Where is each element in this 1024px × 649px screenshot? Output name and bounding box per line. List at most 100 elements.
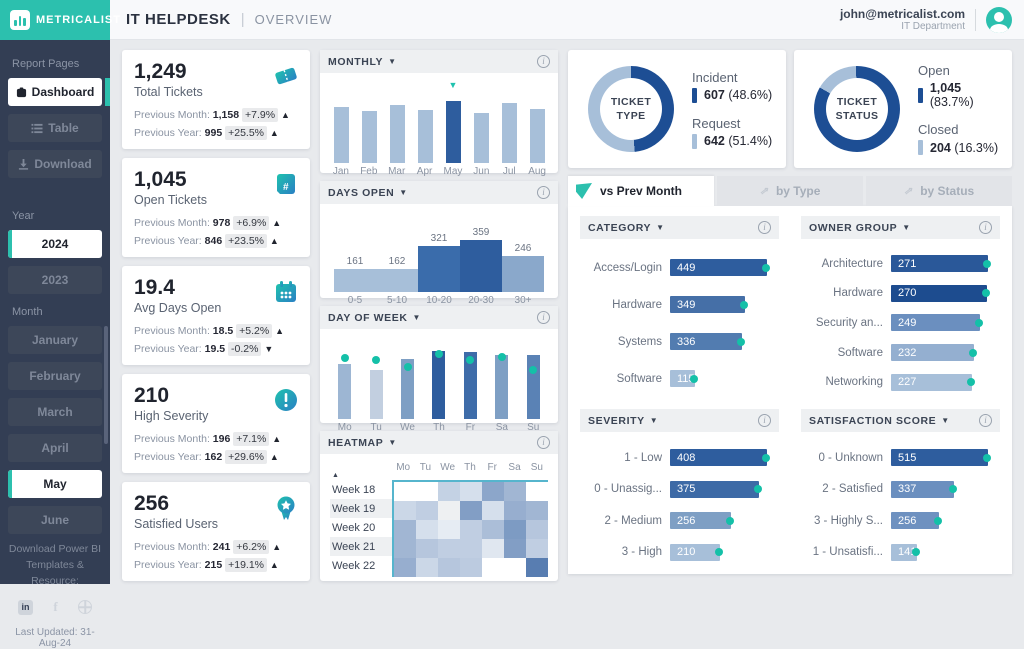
dropdown-icon[interactable]: ▼ (388, 57, 396, 66)
heatmap-cell-week-22-mo[interactable] (394, 558, 416, 577)
marker-dot[interactable] (529, 366, 537, 374)
marker-dot[interactable] (715, 548, 723, 556)
sidebar-item-download[interactable]: Download (8, 150, 102, 178)
marker-dot[interactable] (949, 485, 957, 493)
bar[interactable] (418, 246, 460, 292)
bar[interactable] (474, 113, 489, 163)
dropdown-icon[interactable]: ▼ (388, 438, 396, 447)
info-icon[interactable]: i (979, 221, 992, 234)
heatmap-cell-week-19-mo[interactable] (394, 501, 416, 520)
marker-dot[interactable] (737, 338, 745, 346)
bar[interactable] (495, 355, 508, 419)
bar[interactable] (502, 256, 544, 292)
month-button-january[interactable]: January (8, 326, 102, 354)
bar[interactable]: 232 (891, 344, 974, 361)
heatmap-cell-week-19-th[interactable] (460, 501, 482, 520)
tab-by-status[interactable]: ⇗by Status (866, 176, 1012, 206)
dropdown-icon[interactable]: ▼ (902, 223, 910, 232)
dropdown-icon[interactable]: ▼ (650, 416, 658, 425)
info-icon[interactable]: i (537, 186, 550, 199)
marker-dot[interactable] (726, 517, 734, 525)
ticket-status-donut[interactable]: TICKETSTATUS (814, 66, 900, 152)
linkedin-icon[interactable]: in (18, 600, 33, 615)
year-button-2024[interactable]: 2024 (8, 230, 102, 258)
heatmap-cell-week-22-tu[interactable] (416, 558, 438, 577)
marker-dot[interactable] (969, 349, 977, 357)
heatmap-cell-week-18-tu[interactable] (416, 482, 438, 501)
heatmap-cell-week-20-tu[interactable] (416, 520, 438, 539)
month-list-scrollbar[interactable] (104, 326, 108, 444)
heatmap-cell-week-18-th[interactable] (460, 482, 482, 501)
marker-dot[interactable] (982, 289, 990, 297)
monthly-header[interactable]: MONTHLY ▼ i (320, 50, 558, 73)
tab-by-type[interactable]: ⇗by Type (717, 176, 863, 206)
heatmap-cell-week-19-sa[interactable] (504, 501, 526, 520)
category-header[interactable]: CATEGORY ▼ i (580, 216, 779, 239)
info-icon[interactable]: i (979, 414, 992, 427)
heatmap-cell-week-20-th[interactable] (460, 520, 482, 539)
month-button-june[interactable]: June (8, 506, 102, 534)
heatmap-cell-week-19-we[interactable] (438, 501, 460, 520)
bar[interactable] (446, 101, 461, 163)
bar[interactable] (530, 109, 545, 163)
heatmap-cell-week-22-we[interactable] (438, 558, 460, 577)
heatmap-cell-week-19-tu[interactable] (416, 501, 438, 520)
bar[interactable] (432, 351, 445, 419)
facebook-icon[interactable]: f (53, 599, 57, 615)
dropdown-icon[interactable]: ▼ (413, 313, 421, 322)
heatmap-cell-week-18-sa[interactable] (504, 482, 526, 501)
globe-icon[interactable] (78, 600, 92, 614)
bar[interactable] (370, 370, 383, 419)
sort-icon[interactable]: ▲ (332, 472, 339, 479)
heatmap-cell-week-18-fr[interactable] (482, 482, 504, 501)
days-open-header[interactable]: DAYS OPEN ▼ i (320, 181, 558, 204)
dropdown-icon[interactable]: ▼ (399, 188, 407, 197)
heatmap-cell-week-22-fr[interactable] (482, 558, 504, 577)
year-button-2023[interactable]: 2023 (8, 266, 102, 294)
dropdown-icon[interactable]: ▼ (941, 416, 949, 425)
marker-dot[interactable] (983, 260, 991, 268)
heatmap-cell-week-21-tu[interactable] (416, 539, 438, 558)
heatmap-cell-week-21-we[interactable] (438, 539, 460, 558)
info-icon[interactable]: i (537, 55, 550, 68)
marker-dot[interactable] (983, 454, 991, 462)
heatmap-cell-week-22-th[interactable] (460, 558, 482, 577)
heatmap-cell-week-20-mo[interactable] (394, 520, 416, 539)
marker-dot[interactable] (967, 378, 975, 386)
bar[interactable]: 210 (670, 544, 720, 561)
bar[interactable] (418, 110, 433, 163)
marker-dot[interactable] (934, 517, 942, 525)
bar[interactable]: 349 (670, 296, 745, 313)
heatmap-cell-week-20-sa[interactable] (504, 520, 526, 539)
bar[interactable] (376, 269, 418, 292)
heatmap-cell-week-21-th[interactable] (460, 539, 482, 558)
heatmap-cell-week-21-fr[interactable] (482, 539, 504, 558)
heatmap-cell-week-18-we[interactable] (438, 482, 460, 501)
bar[interactable]: 256 (891, 512, 939, 529)
marker-dot[interactable] (975, 319, 983, 327)
tab-vs-prev-month[interactable]: vs Prev Month (568, 176, 714, 206)
marker-dot[interactable] (498, 353, 506, 361)
heatmap-cell-week-20-su[interactable] (526, 520, 548, 539)
info-icon[interactable]: i (758, 221, 771, 234)
bar[interactable]: 249 (891, 314, 980, 331)
app-logo[interactable]: METRICALIST (0, 0, 110, 40)
bar[interactable]: 227 (891, 374, 972, 391)
marker-dot[interactable] (762, 454, 770, 462)
bar[interactable]: 515 (891, 449, 988, 466)
marker-dot[interactable] (372, 356, 380, 364)
bar[interactable]: 336 (670, 333, 742, 350)
marker-dot[interactable] (690, 375, 698, 383)
marker-dot[interactable] (341, 354, 349, 362)
bar[interactable] (334, 107, 349, 163)
bar[interactable]: 449 (670, 259, 767, 276)
marker-dot[interactable] (466, 356, 474, 364)
marker-dot[interactable] (404, 363, 412, 371)
heatmap-cell-week-21-sa[interactable] (504, 539, 526, 558)
month-button-april[interactable]: April (8, 434, 102, 462)
bar[interactable]: 271 (891, 255, 988, 272)
sidebar-item-dashboard[interactable]: Dashboard (8, 78, 102, 106)
ticket-type-donut[interactable]: TICKETTYPE (588, 66, 674, 152)
user-avatar[interactable] (986, 7, 1012, 33)
satisfaction-header[interactable]: SATISFACTION SCORE ▼ i (801, 409, 1000, 432)
